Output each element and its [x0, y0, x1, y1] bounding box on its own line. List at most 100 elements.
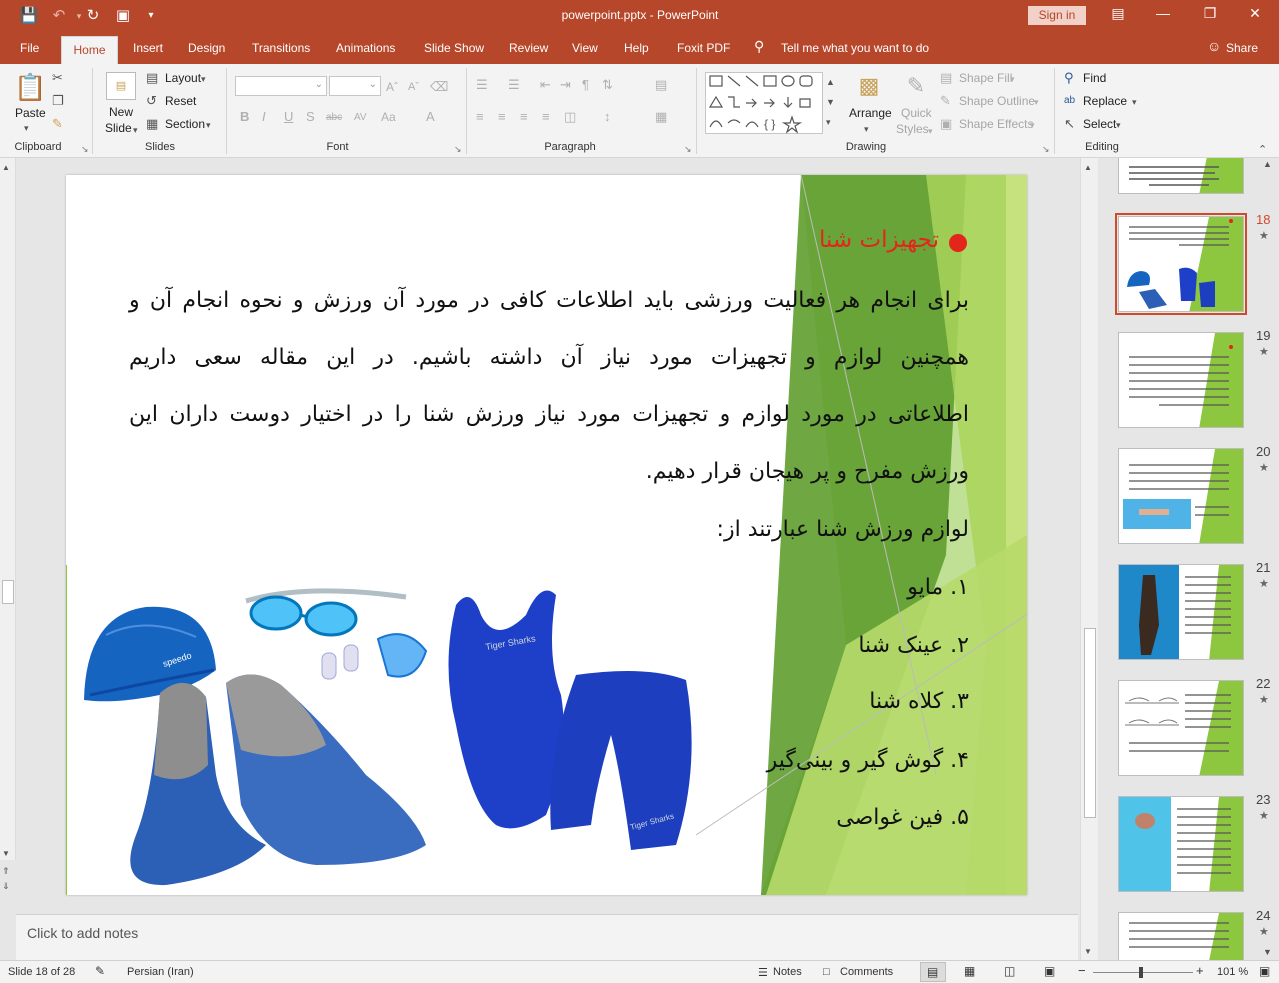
slide-thumbnail-20[interactable]: [1118, 448, 1244, 544]
shape-outline-dropdown-icon[interactable]: ▾: [1034, 94, 1039, 110]
cut-icon[interactable]: ✂: [52, 70, 63, 86]
tab-animations[interactable]: Animations: [336, 41, 395, 55]
new-slide-dropdown-icon[interactable]: ▾: [133, 122, 138, 138]
zoom-out-icon[interactable]: −: [1078, 963, 1086, 978]
align-left-icon[interactable]: ≡: [476, 109, 484, 125]
close-icon[interactable]: ✕: [1240, 5, 1270, 22]
previous-slide-icon[interactable]: ⇑: [2, 863, 10, 879]
slideshow-view-icon[interactable]: ▣: [1044, 964, 1055, 978]
text-direction-icon[interactable]: ↕: [604, 109, 611, 125]
font-launcher-icon[interactable]: ↘: [454, 144, 462, 155]
slide-thumbnail[interactable]: [1118, 158, 1244, 194]
gallery-scroll-up-icon[interactable]: ▲: [826, 74, 835, 90]
replace-button[interactable]: Replace: [1083, 94, 1127, 108]
normal-view-button[interactable]: ▤: [920, 962, 946, 982]
scroll-down-icon[interactable]: ▼: [1084, 944, 1092, 960]
arrange-button[interactable]: Arrange: [849, 106, 892, 120]
shapes-gallery[interactable]: { }: [705, 72, 823, 134]
zoom-in-icon[interactable]: +: [1196, 963, 1204, 978]
zoom-level[interactable]: 101 %: [1217, 966, 1248, 978]
character-spacing-icon[interactable]: AV: [354, 110, 367, 126]
slide-canvas[interactable]: speedo Tiger Sharks Tiger Sharks تجهیزات…: [66, 175, 1027, 895]
quick-styles-button[interactable]: Quick: [901, 106, 932, 120]
customize-qat-icon[interactable]: ▾: [140, 6, 162, 26]
bold-icon[interactable]: B: [240, 109, 249, 125]
paste-button[interactable]: Paste: [15, 106, 46, 120]
repeat-icon[interactable]: ↻: [82, 6, 104, 26]
shape-outline-button[interactable]: Shape Outline: [959, 94, 1035, 108]
arrange-icon[interactable]: ▩: [855, 72, 883, 100]
scroll-up-icon[interactable]: ▲: [1084, 160, 1092, 176]
italic-icon[interactable]: I: [262, 109, 266, 125]
shape-effects-dropdown-icon[interactable]: ▾: [1030, 117, 1035, 133]
slide-thumbnail-22[interactable]: [1118, 680, 1244, 776]
shape-effects-button[interactable]: Shape Effects: [959, 117, 1034, 131]
comments-button[interactable]: Comments: [840, 966, 893, 978]
tell-me-search[interactable]: Tell me what you want to do: [781, 41, 929, 55]
shape-fill-dropdown-icon[interactable]: ▾: [1010, 71, 1015, 87]
minimize-icon[interactable]: —: [1148, 5, 1178, 21]
tab-transitions[interactable]: Transitions: [252, 41, 310, 55]
new-slide-icon[interactable]: ▤: [106, 72, 136, 100]
slide-title[interactable]: تجهیزات شنا: [819, 227, 967, 253]
comments-icon[interactable]: □: [823, 966, 830, 978]
fit-to-window-icon[interactable]: ▣: [1259, 964, 1270, 978]
language-indicator[interactable]: Persian (Iran): [127, 966, 194, 978]
increase-font-icon[interactable]: Aˆ: [386, 79, 398, 95]
left-scroll-thumb[interactable]: [2, 580, 14, 604]
drawing-launcher-icon[interactable]: ↘: [1042, 144, 1050, 155]
font-size-combo[interactable]: ⌄: [329, 76, 381, 96]
left-scrollbar[interactable]: ▲ ▼ ⇑ ⇓: [0, 158, 16, 891]
spell-check-icon[interactable]: ✎: [95, 964, 105, 978]
new-slide-button-line2[interactable]: Slide: [105, 121, 132, 135]
layout-dropdown-icon[interactable]: ▾: [201, 71, 206, 87]
slide-sorter-icon[interactable]: ▦: [964, 964, 975, 978]
tab-file[interactable]: File: [20, 41, 39, 55]
smartart-icon[interactable]: ▦: [655, 109, 667, 125]
scroll-up-icon[interactable]: ▲: [2, 160, 10, 176]
replace-dropdown-icon[interactable]: ▾: [1132, 94, 1137, 110]
tab-review[interactable]: Review: [509, 41, 548, 55]
find-button[interactable]: Find: [1083, 71, 1106, 85]
scroll-thumb[interactable]: [1084, 628, 1096, 818]
strikethrough-icon[interactable]: abc: [326, 110, 342, 126]
share-button[interactable]: Share: [1226, 41, 1258, 55]
underline-icon[interactable]: U: [284, 109, 293, 125]
zoom-slider-thumb[interactable]: [1139, 967, 1143, 978]
start-slideshow-icon[interactable]: ▣: [112, 6, 134, 26]
arrange-dropdown-icon[interactable]: ▾: [864, 121, 869, 137]
gallery-scroll-down-icon[interactable]: ▼: [826, 94, 835, 110]
rtl-icon[interactable]: ¶: [582, 77, 589, 93]
sign-in-button[interactable]: Sign in: [1028, 6, 1086, 25]
align-center-icon[interactable]: ≡: [498, 109, 506, 125]
tab-foxit-pdf[interactable]: Foxit PDF: [677, 41, 730, 55]
change-case-icon[interactable]: Aa: [381, 109, 396, 125]
thumbnail-scroll-up-icon[interactable]: ▲: [1263, 158, 1272, 172]
paragraph-launcher-icon[interactable]: ↘: [684, 144, 692, 155]
gallery-more-icon[interactable]: ▾: [826, 114, 831, 130]
quick-styles-icon[interactable]: ✎: [902, 72, 930, 100]
justify-icon[interactable]: ≡: [542, 109, 550, 125]
notes-icon[interactable]: ☰: [758, 966, 768, 979]
quick-styles-dropdown-icon[interactable]: ▾: [928, 123, 933, 139]
collapse-ribbon-icon[interactable]: ⌃: [1258, 142, 1267, 158]
notes-pane[interactable]: Click to add notes: [16, 914, 1078, 960]
slide-thumbnail-18[interactable]: [1118, 216, 1244, 312]
align-right-icon[interactable]: ≡: [520, 109, 528, 125]
undo-icon[interactable]: ↶: [48, 6, 70, 26]
paste-icon[interactable]: 📋: [14, 72, 46, 102]
layout-button[interactable]: Layout: [165, 71, 201, 85]
tab-home[interactable]: Home: [61, 36, 118, 64]
tab-help[interactable]: Help: [624, 41, 649, 55]
paste-dropdown-icon[interactable]: ▾: [24, 120, 29, 136]
new-slide-button[interactable]: New: [109, 105, 133, 119]
columns-icon[interactable]: ◫: [564, 109, 576, 125]
font-name-combo[interactable]: ⌄: [235, 76, 327, 96]
copy-icon[interactable]: ❐: [52, 93, 64, 109]
bullets-icon[interactable]: ☰: [476, 77, 488, 93]
slide-vertical-scrollbar[interactable]: ▲ ▼: [1080, 158, 1098, 960]
numbering-icon[interactable]: ☰: [508, 77, 520, 93]
ribbon-display-options-icon[interactable]: ▤: [1103, 5, 1133, 22]
slide-thumbnail-24[interactable]: [1118, 912, 1244, 960]
scroll-down-icon[interactable]: ▼: [2, 846, 10, 862]
